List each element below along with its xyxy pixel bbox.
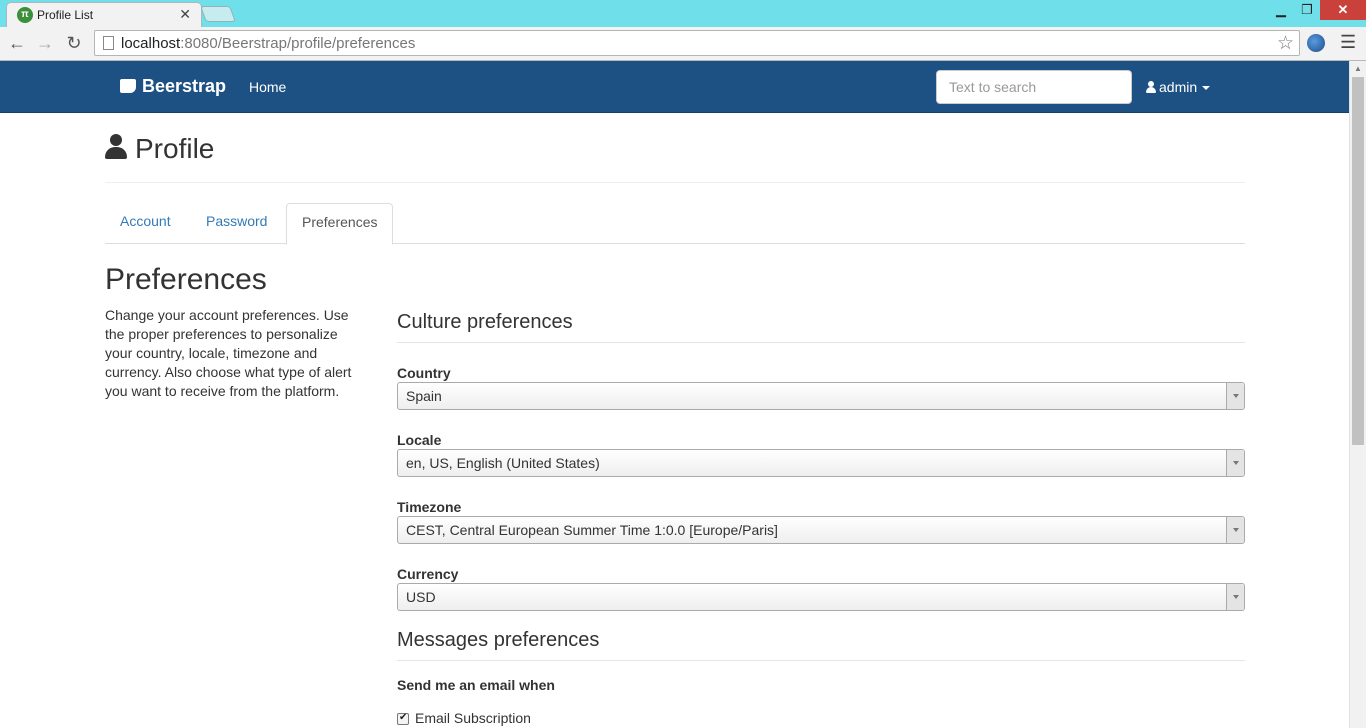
address-bar[interactable]: localhost:8080/Beerstrap/profile/prefere…	[94, 30, 1300, 56]
brand-label: Beerstrap	[142, 76, 227, 96]
email-subscription-option[interactable]: Email Subscription	[397, 710, 531, 726]
beer-mug-icon	[120, 79, 136, 93]
section-title: Preferences	[105, 263, 267, 296]
tab-account[interactable]: Account	[105, 203, 186, 244]
hamburger-menu-icon[interactable]: ☰	[1340, 32, 1356, 53]
country-value: Spain	[406, 388, 442, 404]
country-label: Country	[397, 365, 451, 381]
currency-value: USD	[406, 589, 436, 605]
locale-value: en, US, English (United States)	[406, 455, 600, 471]
forward-arrow-icon[interactable]: →	[34, 32, 56, 54]
country-select[interactable]: Spain	[397, 382, 1245, 410]
page-scrollbar[interactable]: ▲	[1349, 61, 1366, 728]
browser-toolbar: ← → ↻ localhost:8080/Beerstrap/profile/p…	[0, 27, 1366, 61]
scroll-up-icon[interactable]: ▲	[1350, 61, 1366, 77]
user-dropdown[interactable]: admin	[1146, 79, 1211, 95]
messages-legend: Messages preferences	[397, 629, 1245, 661]
minimize-icon[interactable]: ▁	[1268, 0, 1294, 20]
page-viewport: Beerstrap Home admin Profile Account Pas…	[0, 61, 1366, 728]
url-text[interactable]: localhost:8080/Beerstrap/profile/prefere…	[121, 35, 415, 52]
locale-label: Locale	[397, 432, 442, 448]
profile-tabs: Account Password Preferences	[105, 203, 1245, 245]
tab-preferences[interactable]: Preferences	[286, 203, 394, 245]
user-icon	[105, 134, 127, 160]
restore-icon[interactable]: ❐	[1294, 0, 1320, 20]
tab-password[interactable]: Password	[191, 203, 282, 244]
page-title: Profile	[105, 133, 214, 165]
locale-select[interactable]: en, US, English (United States)	[397, 449, 1245, 477]
bookmark-star-icon[interactable]: ☆	[1277, 32, 1294, 55]
search-input[interactable]	[936, 70, 1132, 104]
timezone-value: CEST, Central European Summer Time 1:0.0…	[406, 522, 778, 538]
reload-icon[interactable]: ↻	[63, 32, 85, 54]
dropdown-arrow-icon	[1226, 517, 1244, 543]
timezone-select[interactable]: CEST, Central European Summer Time 1:0.0…	[397, 516, 1245, 544]
section-description: Change your account preferences. Use the…	[105, 307, 352, 399]
email-subscription-label: Email Subscription	[415, 710, 531, 726]
currency-select[interactable]: USD	[397, 583, 1245, 611]
close-tab-icon[interactable]: ✕	[179, 6, 191, 23]
browser-tab[interactable]: π Profile List ✕	[6, 2, 202, 28]
nav-home-link[interactable]: Home	[249, 79, 286, 95]
email-subscription-checkbox[interactable]	[397, 712, 409, 725]
back-arrow-icon[interactable]: ←	[6, 32, 28, 54]
brand-link[interactable]: Beerstrap	[120, 76, 226, 97]
currency-label: Currency	[397, 566, 459, 582]
close-window-icon[interactable]: ✕	[1320, 0, 1366, 20]
beer-favicon-icon: π	[17, 7, 33, 23]
caret-down-icon	[1202, 86, 1211, 90]
dropdown-arrow-icon	[1226, 450, 1244, 476]
dropdown-arrow-icon	[1226, 584, 1244, 610]
timezone-label: Timezone	[397, 499, 462, 515]
browser-titlebar: π Profile List ✕ ▁ ❐ ✕	[0, 0, 1366, 28]
globe-extension-icon[interactable]	[1307, 34, 1325, 52]
page-icon	[103, 36, 114, 50]
user-icon	[1146, 81, 1156, 93]
culture-legend: Culture preferences	[397, 311, 1245, 343]
send-email-label: Send me an email when	[397, 677, 555, 693]
page-header: Profile	[105, 133, 1245, 183]
new-tab-button[interactable]	[200, 6, 236, 22]
browser-tab-title: Profile List	[37, 8, 94, 22]
scrollbar-thumb[interactable]	[1352, 77, 1364, 445]
top-navbar: Beerstrap Home admin	[0, 61, 1349, 113]
user-name: admin	[1159, 79, 1198, 95]
dropdown-arrow-icon	[1226, 383, 1244, 409]
